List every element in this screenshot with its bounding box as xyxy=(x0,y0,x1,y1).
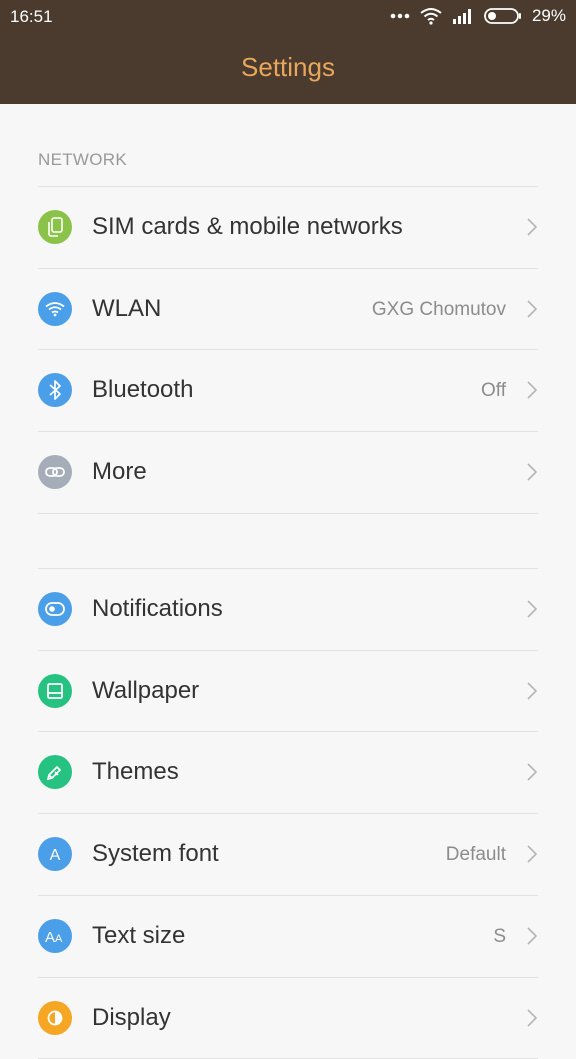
chevron-right-icon xyxy=(526,380,538,405)
chevron-right-icon xyxy=(526,762,538,787)
status-bar: 16:51 29% xyxy=(0,0,576,34)
row-label: Notifications xyxy=(92,595,223,622)
row-label: SIM cards & mobile networks xyxy=(92,213,403,240)
font-icon: A xyxy=(38,837,72,872)
row-label: Text size xyxy=(92,921,186,949)
status-time: 16:51 xyxy=(10,7,53,26)
row-value: GXG Chomutov xyxy=(371,298,506,320)
settings-row-notifications[interactable]: Notifications xyxy=(0,568,576,649)
wallpaper-icon xyxy=(38,673,72,708)
wifi-icon xyxy=(38,291,72,326)
chevron-right-icon xyxy=(526,599,538,624)
chevron-right-icon xyxy=(526,462,538,487)
chevron-right-icon xyxy=(526,1008,538,1033)
svg-text:A: A xyxy=(55,933,63,945)
display-icon xyxy=(38,1000,72,1035)
link-icon xyxy=(38,455,72,490)
row-value: S xyxy=(493,925,506,947)
chevron-right-icon xyxy=(526,844,538,869)
top-bar: 16:51 29% Settings xyxy=(0,0,576,104)
row-label: Wallpaper xyxy=(92,676,200,704)
svg-text:A: A xyxy=(45,929,55,945)
battery-percent: 29% xyxy=(531,6,566,25)
svg-text:A: A xyxy=(50,847,61,863)
signal-icon xyxy=(452,8,474,24)
toggle-icon xyxy=(38,592,72,626)
settings-row-text-size[interactable]: A A Text size S xyxy=(0,895,576,976)
settings-row-wlan[interactable]: WLAN GXG Chomutov xyxy=(0,268,576,349)
status-icons: 29% xyxy=(390,6,566,26)
settings-row-sim-cards-mobile-networks[interactable]: SIM cards & mobile networks xyxy=(0,186,576,267)
page-title: Settings xyxy=(241,52,335,82)
brush-icon xyxy=(38,755,72,790)
chevron-right-icon xyxy=(526,299,538,324)
row-label: System font xyxy=(92,840,219,868)
section-label-network: NETWORK xyxy=(38,150,127,169)
row-label: Bluetooth xyxy=(92,376,194,404)
dots-icon xyxy=(390,13,410,19)
row-label: Display xyxy=(92,1003,171,1031)
settings-row-system-font[interactable]: A System font Default xyxy=(0,813,576,894)
settings-row-display[interactable]: Display xyxy=(0,977,576,1058)
bluetooth-icon xyxy=(38,373,72,408)
settings-row-themes[interactable]: Themes xyxy=(0,731,576,812)
row-value: Off xyxy=(481,380,506,402)
text-size-icon: AA xyxy=(38,918,72,953)
row-label: WLAN xyxy=(92,294,162,322)
row-value: Default xyxy=(445,844,506,866)
settings-list: NETWORK SIM cards & mobile networks WLAN G… xyxy=(0,104,576,1059)
battery-icon xyxy=(484,7,522,25)
settings-row-bluetooth[interactable]: Bluetooth Off xyxy=(0,349,576,430)
settings-row-more[interactable]: More xyxy=(0,431,576,512)
row-label: More xyxy=(92,458,147,486)
chevron-right-icon xyxy=(526,217,538,242)
divider xyxy=(38,513,538,514)
settings-row-wallpaper[interactable]: Wallpaper xyxy=(0,650,576,731)
chevron-right-icon xyxy=(526,681,538,706)
row-label: Themes xyxy=(92,758,179,786)
sim-card-icon xyxy=(38,210,72,244)
wifi-icon xyxy=(420,7,442,25)
chevron-right-icon xyxy=(526,926,538,951)
